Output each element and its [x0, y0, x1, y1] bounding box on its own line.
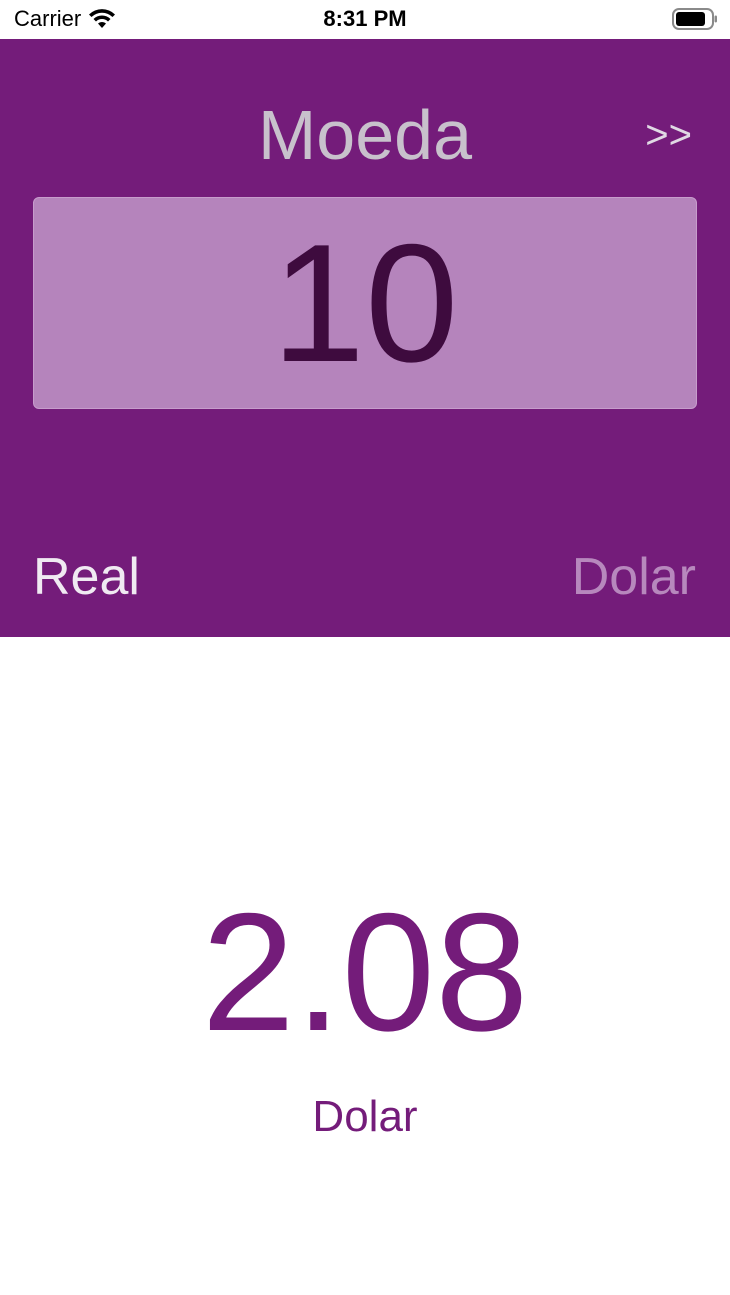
page-title: Moeda [257, 96, 473, 174]
status-bar: Carrier 8:31 PM [0, 0, 730, 39]
app-screen: Carrier 8:31 PM Moeda >> 10 Real Dolar 2… [0, 0, 730, 1295]
battery-icon [672, 8, 717, 30]
amount-value: 10 [271, 209, 459, 397]
to-currency-button[interactable]: Dolar [572, 547, 696, 607]
result-currency-label: Dolar [312, 1092, 418, 1141]
converter-panel: Moeda >> 10 Real Dolar [0, 39, 730, 637]
status-time: 8:31 PM [323, 6, 407, 31]
result-value: 2.08 [201, 878, 529, 1066]
from-currency-button[interactable]: Real [33, 547, 140, 607]
next-button[interactable]: >> [645, 113, 692, 158]
amount-input[interactable]: 10 [33, 197, 697, 409]
